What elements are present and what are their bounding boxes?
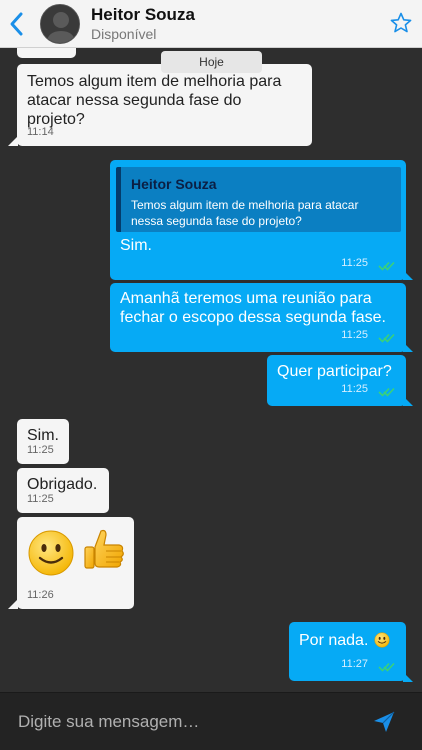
message-time: 11:25	[341, 383, 368, 395]
quoted-text: Temos algum item de melhoria para atacar…	[131, 198, 359, 228]
message-time: 11:14	[27, 126, 54, 138]
avatar[interactable]	[40, 4, 80, 44]
quoted-message[interactable]: Heitor Souza Temos algum item de melhori…	[116, 167, 401, 232]
message-time: 11:25	[341, 257, 368, 269]
message-composer	[0, 692, 422, 750]
message-bubble-incoming[interactable]: Obrigado. 11:25	[17, 468, 109, 513]
message-text: Temos algum item de melhoria para atacar…	[27, 73, 282, 128]
message-bubble-outgoing[interactable]: Por nada. 11:27	[289, 622, 406, 681]
contact-status: Disponível	[91, 26, 157, 42]
message-time: 11:27	[341, 658, 368, 670]
thumbs-up-icon	[84, 529, 124, 569]
message-bubble-outgoing[interactable]: Amanhã teremos uma reunião para fechar o…	[110, 283, 406, 352]
double-check-icon	[378, 387, 395, 397]
message-text: Por nada.	[299, 632, 369, 649]
double-check-icon	[378, 261, 395, 271]
message-text: Amanhã teremos uma reunião para fechar o…	[120, 290, 386, 326]
chat-area[interactable]: 10:51 Hoje Temos algum item de melhoria …	[0, 0, 422, 692]
message-bubble-outgoing[interactable]: Heitor Souza Temos algum item de melhori…	[110, 160, 406, 280]
paper-plane-icon[interactable]	[372, 710, 396, 734]
message-input[interactable]	[10, 705, 360, 739]
double-check-icon	[378, 662, 395, 672]
double-check-icon	[378, 333, 395, 343]
chat-header: Heitor Souza Disponível	[0, 0, 422, 48]
quoted-author: Heitor Souza	[131, 176, 217, 192]
star-outline-icon[interactable]	[389, 11, 413, 35]
chevron-left-icon[interactable]	[6, 10, 28, 38]
contact-name[interactable]: Heitor Souza	[91, 5, 195, 25]
slightly-smiling-face-icon	[374, 632, 390, 648]
person-silhouette-icon	[41, 5, 79, 43]
message-time: 11:25	[27, 493, 54, 505]
date-separator: Hoje	[161, 51, 262, 73]
message-time: 11:25	[341, 329, 368, 341]
message-bubble-incoming[interactable]: Temos algum item de melhoria para atacar…	[17, 64, 312, 146]
slightly-smiling-face-icon	[28, 530, 74, 576]
message-bubble-outgoing[interactable]: Quer participar? 11:25	[267, 355, 406, 406]
message-time: 11:26	[27, 589, 54, 601]
message-bubble-incoming[interactable]: 11:26	[17, 517, 134, 609]
message-bubble-incoming[interactable]: Sim. 11:25	[17, 419, 69, 464]
message-text: Quer participar?	[277, 363, 392, 380]
message-time: 11:25	[27, 444, 54, 456]
message-text: Sim.	[120, 237, 152, 254]
